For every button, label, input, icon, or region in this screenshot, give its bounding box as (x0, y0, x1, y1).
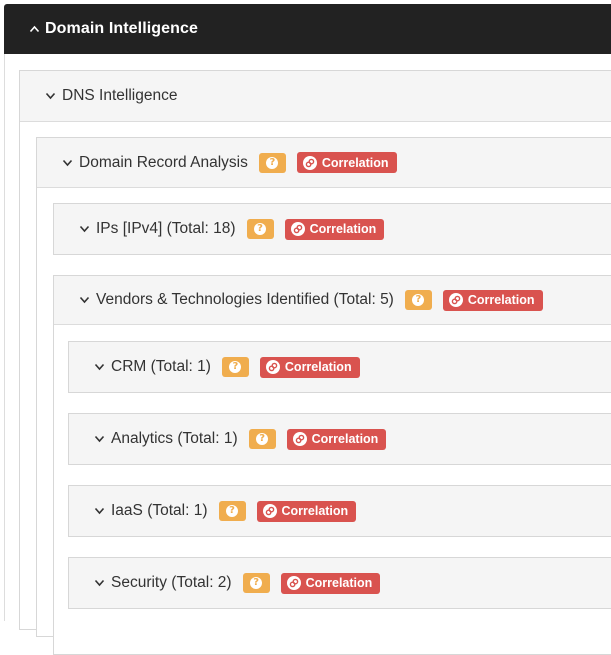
link-icon (265, 360, 280, 374)
help-button[interactable]: ? (218, 501, 246, 521)
domain-record-analysis-heading[interactable]: Domain Record Analysis ? Correlation (37, 138, 611, 188)
domain-record-analysis-panel: Domain Record Analysis ? Correlation IPs… (36, 137, 611, 655)
correlation-label: Correlation (309, 222, 377, 236)
chevron-down-icon (94, 363, 105, 371)
correlation-button[interactable]: Correlation (442, 289, 543, 311)
help-button[interactable]: ? (242, 573, 270, 593)
correlation-label: Correlation (305, 576, 373, 590)
question-icon: ? (226, 505, 238, 517)
vendors-panel: Vendors & Technologies Identified (Total… (53, 275, 611, 655)
correlation-label: Correlation (284, 360, 352, 374)
correlation-button[interactable]: Correlation (284, 218, 385, 240)
link-icon (292, 432, 307, 446)
chevron-down-icon (62, 159, 73, 167)
help-button[interactable]: ? (221, 357, 249, 377)
analytics-panel: Analytics (Total: 1) ? Correlation (68, 413, 611, 465)
help-button[interactable]: ? (246, 219, 274, 239)
question-icon: ? (256, 433, 269, 445)
chevron-down-icon (94, 507, 105, 515)
iaas-title: IaaS (Total: 1) (111, 502, 208, 519)
chevron-down-icon (45, 92, 56, 100)
crm-title: CRM (Total: 1) (111, 358, 211, 375)
crm-panel: CRM (Total: 1) ? Correlation (68, 341, 611, 393)
dns-intelligence-title: DNS Intelligence (62, 87, 178, 104)
domain-record-analysis-title: Domain Record Analysis (79, 153, 248, 171)
chevron-down-icon (79, 225, 90, 233)
iaas-heading[interactable]: IaaS (Total: 1) ? Correlation (69, 486, 611, 536)
help-button[interactable]: ? (404, 290, 432, 310)
correlation-label: Correlation (311, 432, 379, 446)
security-panel: Security (Total: 2) ? Correlation (68, 557, 611, 609)
link-icon (302, 155, 317, 170)
domain-intelligence-body: DNS Intelligence Domain Record Analysis … (4, 54, 611, 655)
correlation-label: Correlation (281, 504, 349, 518)
correlation-button[interactable]: Correlation (286, 428, 387, 450)
chevron-down-icon (79, 296, 90, 304)
domain-intelligence-header[interactable]: Domain Intelligence (4, 4, 611, 54)
correlation-label: Correlation (467, 293, 535, 307)
correlation-button[interactable]: Correlation (280, 572, 381, 594)
dns-intelligence-panel: DNS Intelligence Domain Record Analysis … (19, 70, 611, 655)
ips-heading[interactable]: IPs [IPv4] (Total: 18) ? Correlation (54, 204, 611, 254)
link-icon (448, 293, 463, 307)
crm-heading[interactable]: CRM (Total: 1) ? Correlation (69, 342, 611, 392)
correlation-button[interactable]: Correlation (259, 356, 360, 378)
help-button[interactable]: ? (248, 429, 276, 449)
chevron-down-icon (94, 579, 105, 587)
security-title: Security (Total: 2) (111, 574, 232, 591)
domain-intelligence-title: Domain Intelligence (45, 20, 199, 37)
correlation-button[interactable]: Correlation (256, 500, 357, 522)
correlation-button[interactable]: Correlation (296, 152, 397, 173)
question-icon: ? (266, 156, 279, 169)
question-icon: ? (250, 577, 263, 589)
vendors-title: Vendors & Technologies Identified (Total… (96, 291, 394, 308)
question-icon: ? (229, 361, 242, 373)
ips-panel: IPs [IPv4] (Total: 18) ? Correlation (53, 203, 611, 255)
iaas-panel: IaaS (Total: 1) ? Correlation (68, 485, 611, 537)
ips-title: IPs [IPv4] (Total: 18) (96, 220, 236, 237)
correlation-label: Correlation (321, 155, 389, 170)
analytics-heading[interactable]: Analytics (Total: 1) ? Correlation (69, 414, 611, 464)
link-icon (290, 222, 305, 236)
chevron-up-icon (29, 25, 43, 33)
vendors-heading[interactable]: Vendors & Technologies Identified (Total… (54, 276, 611, 325)
link-icon (286, 576, 301, 590)
chevron-down-icon (94, 435, 105, 443)
help-button[interactable]: ? (258, 152, 286, 173)
question-icon: ? (412, 294, 425, 306)
dns-intelligence-heading[interactable]: DNS Intelligence (20, 71, 611, 122)
analytics-title: Analytics (Total: 1) (111, 430, 238, 447)
question-icon: ? (254, 223, 267, 235)
link-icon (262, 504, 277, 518)
security-heading[interactable]: Security (Total: 2) ? Correlation (69, 558, 611, 608)
